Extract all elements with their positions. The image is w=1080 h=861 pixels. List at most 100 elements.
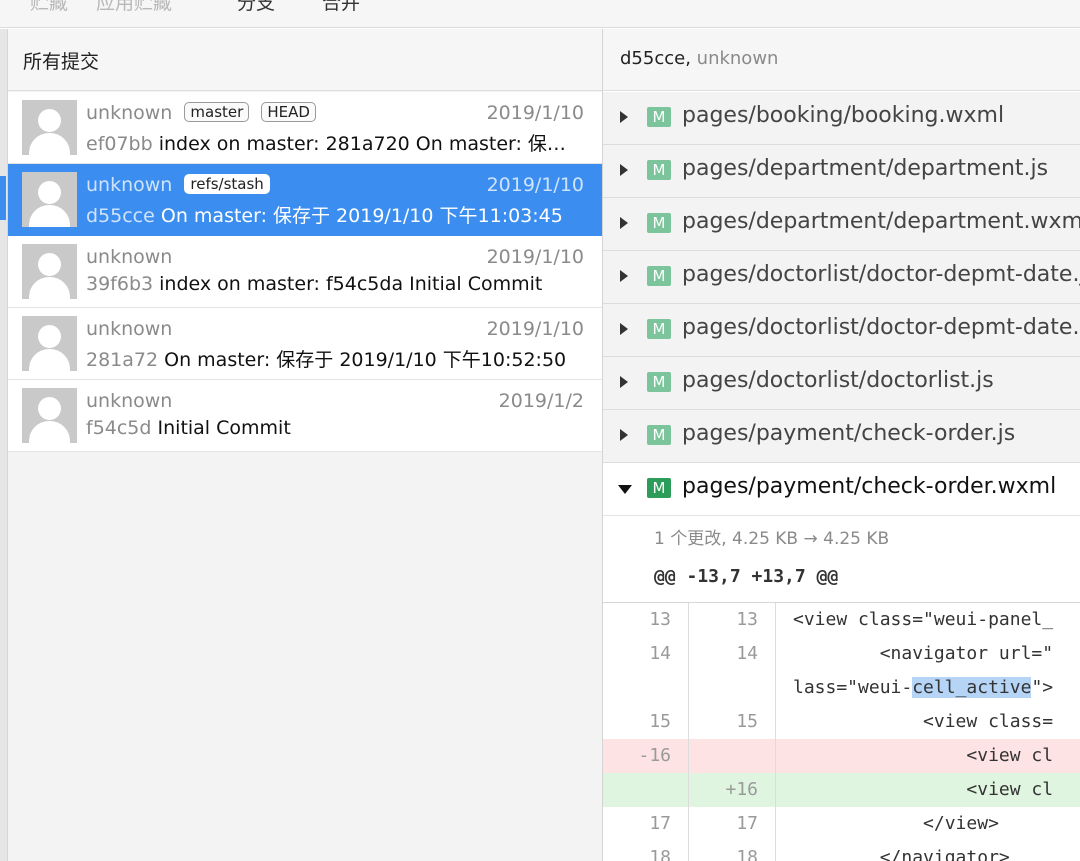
commit-row[interactable]: unknown 2019/1/2 f54c5d Initial Commit [8, 380, 602, 452]
commit-message: index on master: 281a720 On master: 保… [158, 133, 566, 155]
new-line-number [690, 739, 776, 773]
diff-code: <view class= [793, 711, 1054, 732]
file-row[interactable]: M pages/payment/check-order.js [603, 410, 1080, 463]
expand-arrow-icon[interactable] [620, 164, 628, 176]
commit-date: 2019/1/2 [498, 390, 584, 412]
commit-author: unknown [86, 174, 173, 196]
merge-button[interactable]: 合并 [322, 0, 360, 15]
hunk-header: @@ -13,7 +13,7 @@ [654, 566, 839, 587]
diff-code: lass="weui- [793, 677, 913, 698]
commit-row[interactable]: unknown 2019/1/10 281a72 On master: 保存于 … [8, 308, 602, 380]
avatar [22, 388, 77, 443]
diff-view: 13 13 <view class="weui-panel_ 14 14 <na… [603, 602, 1080, 861]
commit-list-title: 所有提交 [23, 51, 100, 73]
selection-marker [0, 176, 6, 220]
diff-line: 15 15 <view class= [603, 705, 1080, 739]
commit-author: unknown [86, 318, 173, 340]
modified-badge: M [647, 478, 671, 498]
diff-line: 14 14 <navigator url=" [603, 637, 1080, 671]
commit-detail-header: d55cce, unknown [603, 29, 1080, 91]
expand-arrow-icon[interactable] [620, 323, 628, 335]
commit-row-selected[interactable]: unknown refs/stash 2019/1/10 d55cce On m… [8, 164, 602, 236]
old-line-number: -16 [603, 739, 689, 773]
file-name: pages/doctorlist/doctor-depmt-date.js [682, 262, 1080, 287]
diff-code: <navigator url=" [793, 643, 1054, 664]
old-line-number: 15 [603, 705, 689, 739]
diff-line-wrapped: lass="weui-cell_active"> [603, 671, 1080, 705]
modified-badge: M [647, 372, 671, 392]
file-row[interactable]: M pages/doctorlist/doctor-depmt-date.js [603, 251, 1080, 304]
new-line-number: 13 [690, 603, 776, 637]
branch-tag: master [184, 102, 250, 122]
diff-code: </navigator> [793, 847, 1010, 861]
commit-list-header: 所有提交 [8, 29, 602, 91]
branch-tag: refs/stash [184, 174, 270, 194]
commit-author: unknown [86, 102, 173, 124]
search-highlight: cell_active [912, 677, 1032, 698]
file-name: pages/department/department.wxml [682, 209, 1080, 234]
diff-code: <view cl [793, 779, 1054, 800]
old-line-number: 17 [603, 807, 689, 841]
old-line-number [603, 671, 689, 705]
new-line-number: 18 [690, 841, 776, 861]
expand-arrow-icon[interactable] [620, 376, 628, 388]
diff-line: 17 17 </view> [603, 807, 1080, 841]
expand-arrow-icon[interactable] [620, 270, 628, 282]
file-row[interactable]: M pages/department/department.wxml [603, 198, 1080, 251]
commit-row[interactable]: unknown master HEAD 2019/1/10 ef07bb ind… [8, 92, 602, 164]
commit-author: unknown [86, 246, 173, 268]
diff-code: </view> [793, 813, 999, 834]
file-name: pages/payment/check-order.wxml [682, 474, 1057, 499]
file-name: pages/payment/check-order.js [682, 421, 1016, 446]
sidebar-strip [0, 29, 8, 861]
branch-tag: HEAD [261, 102, 316, 122]
collapse-arrow-icon[interactable] [618, 485, 632, 494]
commit-list: unknown master HEAD 2019/1/10 ef07bb ind… [8, 92, 602, 452]
commit-hash: 281a72 [86, 349, 159, 371]
avatar [22, 244, 77, 299]
new-line-number: 15 [690, 705, 776, 739]
commit-date: 2019/1/10 [486, 318, 584, 340]
apply-stash-button[interactable]: 应用贮藏 [96, 0, 172, 15]
detail-commit-author: unknown [696, 48, 779, 69]
branch-button[interactable]: 分支 [237, 0, 275, 15]
file-name: pages/doctorlist/doctorlist.js [682, 368, 994, 393]
commit-message: On master: 保存于 2019/1/10 下午10:52:50 [164, 349, 567, 371]
file-name: pages/booking/booking.wxml [682, 103, 1005, 128]
new-line-number: 17 [690, 807, 776, 841]
commit-date: 2019/1/10 [486, 246, 584, 268]
file-row[interactable]: M pages/department/department.js [603, 145, 1080, 198]
file-row[interactable]: M pages/doctorlist/doctorlist.js [603, 357, 1080, 410]
expand-arrow-icon[interactable] [620, 429, 628, 441]
detail-commit-hash: d55cce, [620, 48, 691, 69]
file-row[interactable]: M pages/booking/booking.wxml [603, 92, 1080, 145]
stash-button[interactable]: 贮藏 [30, 0, 68, 15]
new-line-number: 14 [690, 637, 776, 671]
toolbar: 贮藏 应用贮藏 分支 合并 [0, 0, 1080, 28]
modified-badge: M [647, 266, 671, 286]
file-row[interactable]: M pages/doctorlist/doctor-depmt-date.wxm… [603, 304, 1080, 357]
commit-message: Initial Commit [157, 417, 291, 439]
avatar [22, 316, 77, 371]
commit-hash: d55cce [86, 205, 155, 227]
app-window: 贮藏 应用贮藏 分支 合并 所有提交 unknown master HEAD 2… [0, 0, 1080, 861]
modified-badge: M [647, 319, 671, 339]
expand-arrow-icon[interactable] [620, 217, 628, 229]
commit-author: unknown [86, 390, 173, 412]
modified-badge: M [647, 425, 671, 445]
changed-file-list: M pages/booking/booking.wxml M pages/dep… [603, 92, 1080, 516]
file-name: pages/doctorlist/doctor-depmt-date.wxml [682, 315, 1080, 340]
new-line-number: +16 [690, 773, 776, 807]
modified-badge: M [647, 107, 671, 127]
commit-row[interactable]: unknown 2019/1/10 39f6b3 index on master… [8, 236, 602, 308]
file-row-expanded[interactable]: M pages/payment/check-order.wxml [603, 463, 1080, 516]
expand-arrow-icon[interactable] [620, 111, 628, 123]
old-line-number [603, 773, 689, 807]
diff-line: 13 13 <view class="weui-panel_ [603, 603, 1080, 637]
file-name: pages/department/department.js [682, 156, 1049, 181]
commit-date: 2019/1/10 [486, 174, 584, 196]
diff-line-added: +16 <view cl [603, 773, 1080, 807]
commit-date: 2019/1/10 [486, 102, 584, 124]
commit-message: On master: 保存于 2019/1/10 下午11:03:45 [160, 205, 563, 227]
old-line-number: 14 [603, 637, 689, 671]
